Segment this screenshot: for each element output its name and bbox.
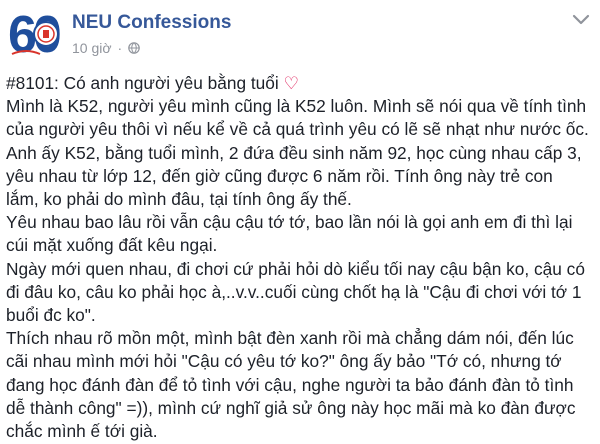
facebook-post: 60 NEU Confessions 10 giờ · #8101: Có an…: [0, 0, 600, 444]
meta-separator: ·: [117, 40, 123, 56]
page-avatar[interactable]: 60: [6, 2, 64, 60]
post-timestamp[interactable]: 10 giờ: [72, 40, 112, 56]
post-paragraph-1: Mình là K52, người yêu mình cũng là K52 …: [6, 96, 589, 210]
post-paragraph-4: Thích nhau rõ mồn một, mình bật đèn xanh…: [6, 328, 576, 442]
post-header: 60 NEU Confessions 10 giờ ·: [4, 2, 596, 64]
post-content: #8101: Có anh người yêu bằng tuổi ♡ Mình…: [6, 72, 594, 443]
post-paragraph-2: Yêu nhau bao lâu rồi vẫn cậu cậu tớ tớ, …: [6, 212, 573, 256]
post-meta: 10 giờ ·: [72, 40, 141, 56]
post-title-text: #8101: Có anh người yêu bằng tuổi: [6, 73, 279, 93]
page-name-link[interactable]: NEU Confessions: [72, 12, 231, 34]
post-paragraph-3: Ngày mới quen nhau, đi chơi cứ phải hỏi …: [6, 258, 585, 326]
chevron-down-icon[interactable]: [572, 14, 590, 26]
post-title: #8101: Có anh người yêu bằng tuổi ♡: [6, 72, 594, 95]
heart-emoji-icon: ♡: [283, 73, 300, 93]
globe-icon: [128, 42, 141, 54]
neu-60-logo: 60: [6, 2, 64, 60]
